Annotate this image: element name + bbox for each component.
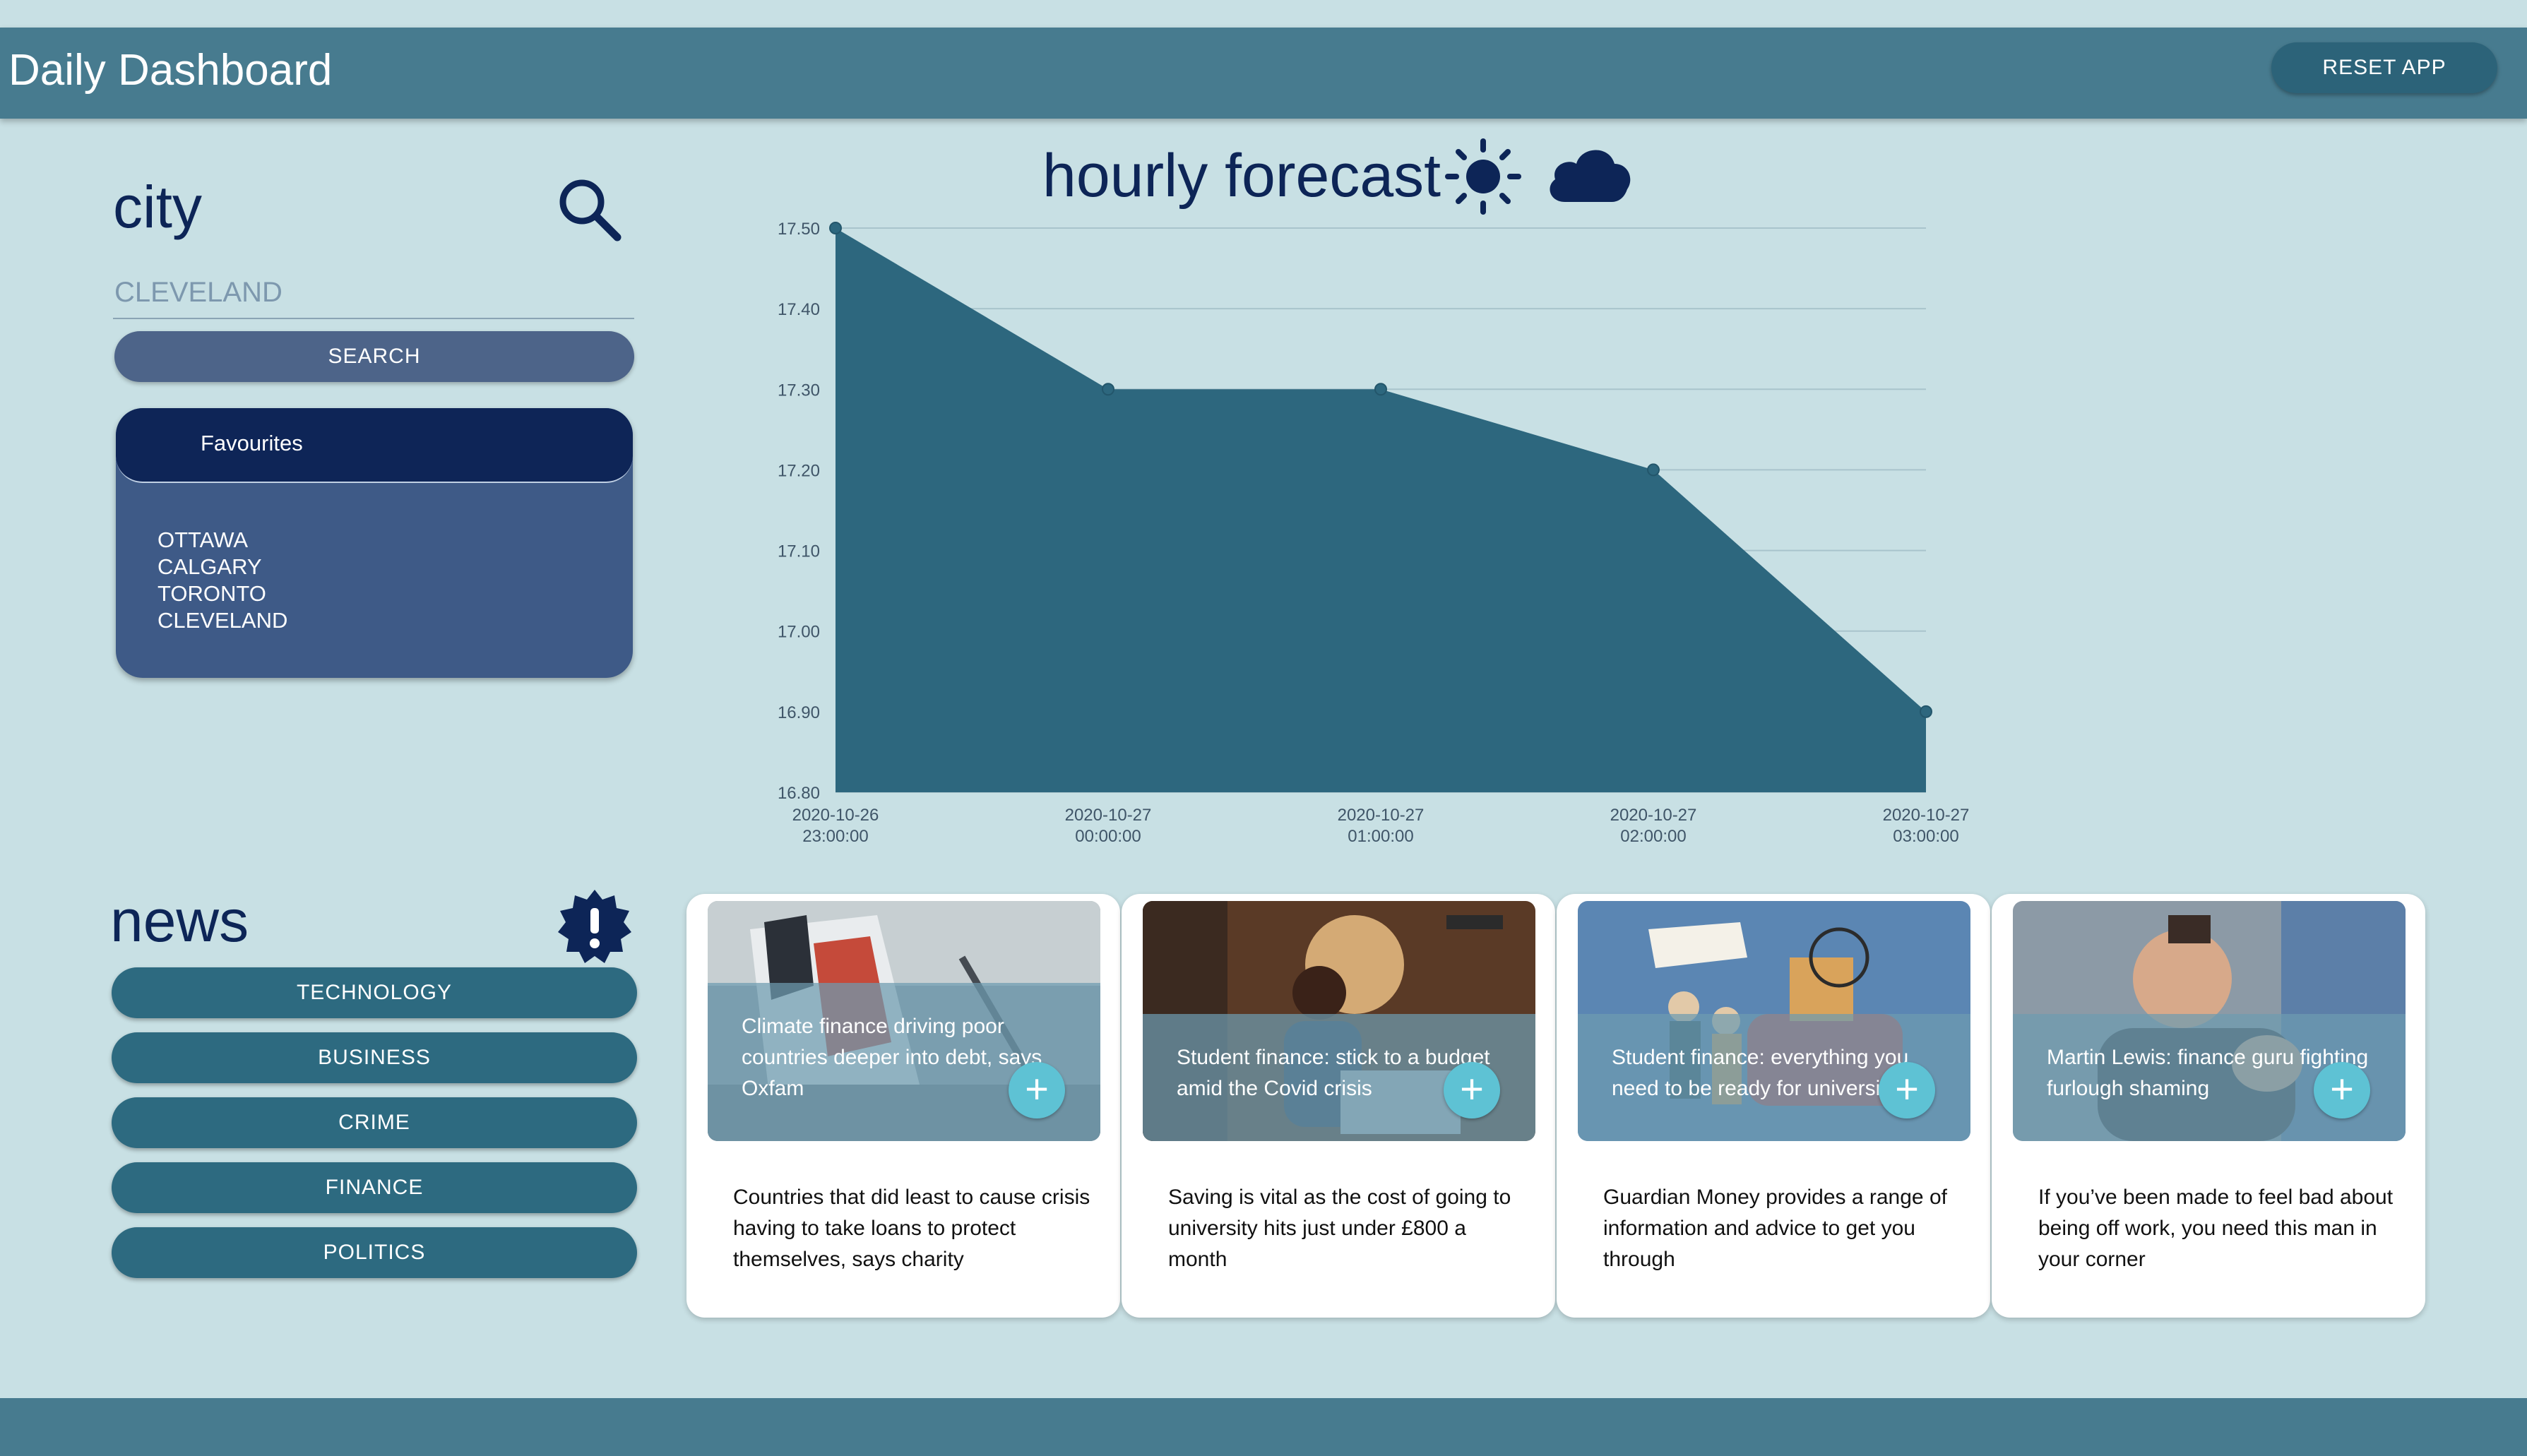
news-card-summary: Saving is vital as the cost of going to …: [1168, 1186, 1511, 1271]
chart-point: [1920, 705, 1932, 718]
news-card-image: Student finance: stick to a budget amid …: [1143, 901, 1535, 1141]
app-header: [0, 28, 2527, 119]
favourite-item-ottawa[interactable]: OTTAWA: [157, 527, 287, 554]
chart-y-tick-label: 17.00: [778, 623, 820, 642]
chart-x-tick-label: 2020-10-27 02:00:00: [1610, 806, 1697, 846]
chart-point: [1374, 383, 1387, 396]
news-card[interactable]: Climate finance driving poor countries d…: [686, 894, 1120, 1318]
favourite-item-cleveland[interactable]: CLEVELAND: [157, 607, 287, 634]
news-card-image: Martin Lewis: finance guru fighting furl…: [2013, 901, 2406, 1141]
search-icon[interactable]: [555, 175, 623, 243]
category-crime-button[interactable]: CRIME: [112, 1097, 637, 1148]
chart-y-tick-label: 17.50: [778, 220, 820, 239]
news-card[interactable]: Student finance: everything you need to …: [1557, 894, 1990, 1318]
app-footer: [0, 1398, 2527, 1456]
add-article-button[interactable]: +: [1879, 1062, 1935, 1118]
category-technology-button[interactable]: TECHNOLOGY: [112, 967, 637, 1018]
chart-y-tick-label: 17.10: [778, 542, 820, 561]
chart-area-layer: [836, 228, 1926, 792]
reset-app-button[interactable]: RESET APP: [2271, 42, 2497, 93]
news-card-overlay: Student finance: everything you need to …: [1578, 1014, 1970, 1141]
chart-y-tick-label: 16.90: [778, 703, 820, 722]
chart-x-tick-label: 2020-10-27 01:00:00: [1338, 806, 1425, 846]
city-input[interactable]: [113, 267, 634, 319]
forecast-title: hourly forecast: [1042, 142, 1441, 210]
chart-point: [1102, 383, 1114, 396]
news-card[interactable]: Martin Lewis: finance guru fighting furl…: [1992, 894, 2425, 1318]
category-finance-button[interactable]: FINANCE: [112, 1162, 637, 1213]
news-card-summary: If you’ve been made to feel bad about be…: [2038, 1186, 2394, 1271]
chart-area: [836, 228, 1926, 792]
news-card-overlay: Student finance: stick to a budget amid …: [1143, 1014, 1535, 1141]
forecast-chart: 17.50 17.40 17.30 17.20 17.10 17.00 16.90 16.80…: [778, 220, 1970, 846]
news-heading: news: [110, 888, 249, 954]
search-button[interactable]: SEARCH: [114, 331, 634, 382]
favourite-item-calgary[interactable]: CALGARY: [157, 554, 287, 580]
add-article-button[interactable]: +: [1009, 1062, 1065, 1118]
add-article-button[interactable]: +: [1444, 1062, 1500, 1118]
chart-point: [1647, 463, 1660, 477]
news-card-overlay: Martin Lewis: finance guru fighting furl…: [2013, 1014, 2406, 1141]
chart-y-tick-label: 17.30: [778, 381, 820, 400]
news-card-overlay: Climate finance driving poor countries d…: [708, 983, 1100, 1141]
news-card[interactable]: Student finance: stick to a budget amid …: [1122, 894, 1555, 1318]
sun-icon: [1441, 134, 1526, 219]
app-title: Daily Dashboard: [8, 46, 333, 95]
chart-x-tick-label: 2020-10-26 23:00:00: [792, 806, 879, 846]
add-article-button[interactable]: +: [2314, 1062, 2370, 1118]
chart-y-tick-label: 17.20: [778, 461, 820, 480]
alert-badge-icon: [555, 887, 634, 966]
category-politics-button[interactable]: POLITICS: [112, 1227, 637, 1278]
favourites-header[interactable]: [116, 408, 633, 483]
favourite-item-toronto[interactable]: TORONTO: [157, 580, 287, 607]
chart-y-axis: 17.50 17.40 17.30 17.20 17.10 17.00 16.90 16.80: [778, 220, 820, 803]
city-heading: city: [113, 174, 202, 240]
category-business-button[interactable]: BUSINESS: [112, 1032, 637, 1083]
favourites-list: OTTAWA CALGARY TORONTO CLEVELAND: [157, 527, 287, 634]
chart-x-tick-label: 2020-10-27 00:00:00: [1065, 806, 1152, 846]
favourites-panel: Favourites OTTAWA CALGARY TORONTO CLEVEL…: [116, 408, 633, 678]
news-card-summary: Guardian Money provides a range of infor…: [1603, 1186, 1947, 1271]
chart-x-axis: 2020-10-26 23:00:00 2020-10-27 00:00:00 2020…: [792, 806, 1970, 846]
favourites-title: Favourites: [201, 431, 303, 455]
news-card-image: Climate finance driving poor countries d…: [708, 901, 1100, 1141]
news-card-image: Student finance: everything you need to …: [1578, 901, 1970, 1141]
chart-y-tick-label: 16.80: [778, 784, 820, 803]
chart-x-tick-label: 2020-10-27 03:00:00: [1883, 806, 1970, 846]
cloud-icon: [1544, 140, 1634, 205]
chart-y-tick-label: 17.40: [778, 300, 820, 319]
news-card-summary: Countries that did least to cause crisis…: [733, 1186, 1090, 1271]
chart-point: [829, 222, 842, 234]
